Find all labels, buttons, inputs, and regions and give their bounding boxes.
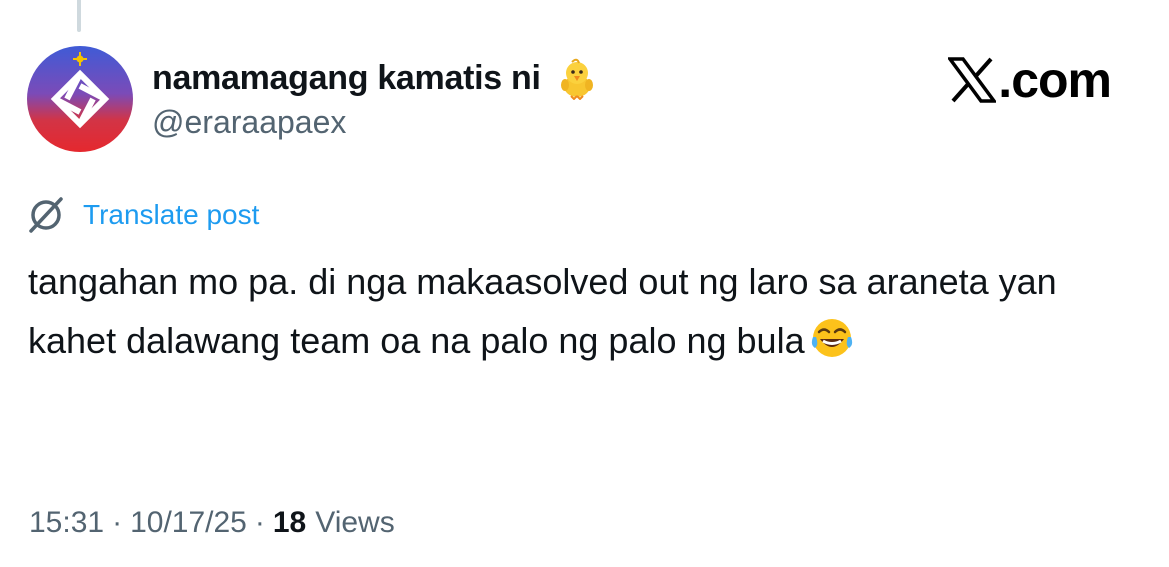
post-date[interactable]: 10/17/25 [130, 506, 247, 540]
views-count[interactable]: 18 [273, 506, 306, 540]
views-label[interactable]: Views [315, 506, 394, 540]
x-com-watermark: .com [946, 52, 1112, 108]
translate-post-row[interactable]: Translate post [26, 194, 259, 236]
brand-domain-text: .com [998, 52, 1112, 108]
avatar-image [27, 46, 133, 152]
post-text: tangahan mo pa. di nga makaasolved out n… [28, 261, 1067, 361]
x-logo-icon [946, 57, 998, 103]
post-meta-row: 15:31 · 10/17/25 · 18 Views [29, 500, 395, 546]
display-name-row[interactable]: namamagang kamatis ni [152, 56, 599, 101]
face-with-tears-of-joy-emoji-icon [809, 315, 855, 361]
meta-separator: · [112, 506, 123, 539]
post-time[interactable]: 15:31 [29, 506, 104, 540]
meta-separator: · [254, 506, 265, 539]
avatar[interactable] [27, 46, 133, 152]
post-body: tangahan mo pa. di nga makaasolved out n… [28, 252, 1128, 370]
globe-translate-icon [26, 195, 66, 235]
translate-post-link[interactable]: Translate post [83, 199, 259, 231]
user-handle[interactable]: @eraraapaex [152, 104, 346, 141]
baby-chick-emoji-icon [555, 56, 599, 101]
display-name[interactable]: namamagang kamatis ni [152, 59, 541, 98]
thread-connector-line [77, 0, 81, 32]
